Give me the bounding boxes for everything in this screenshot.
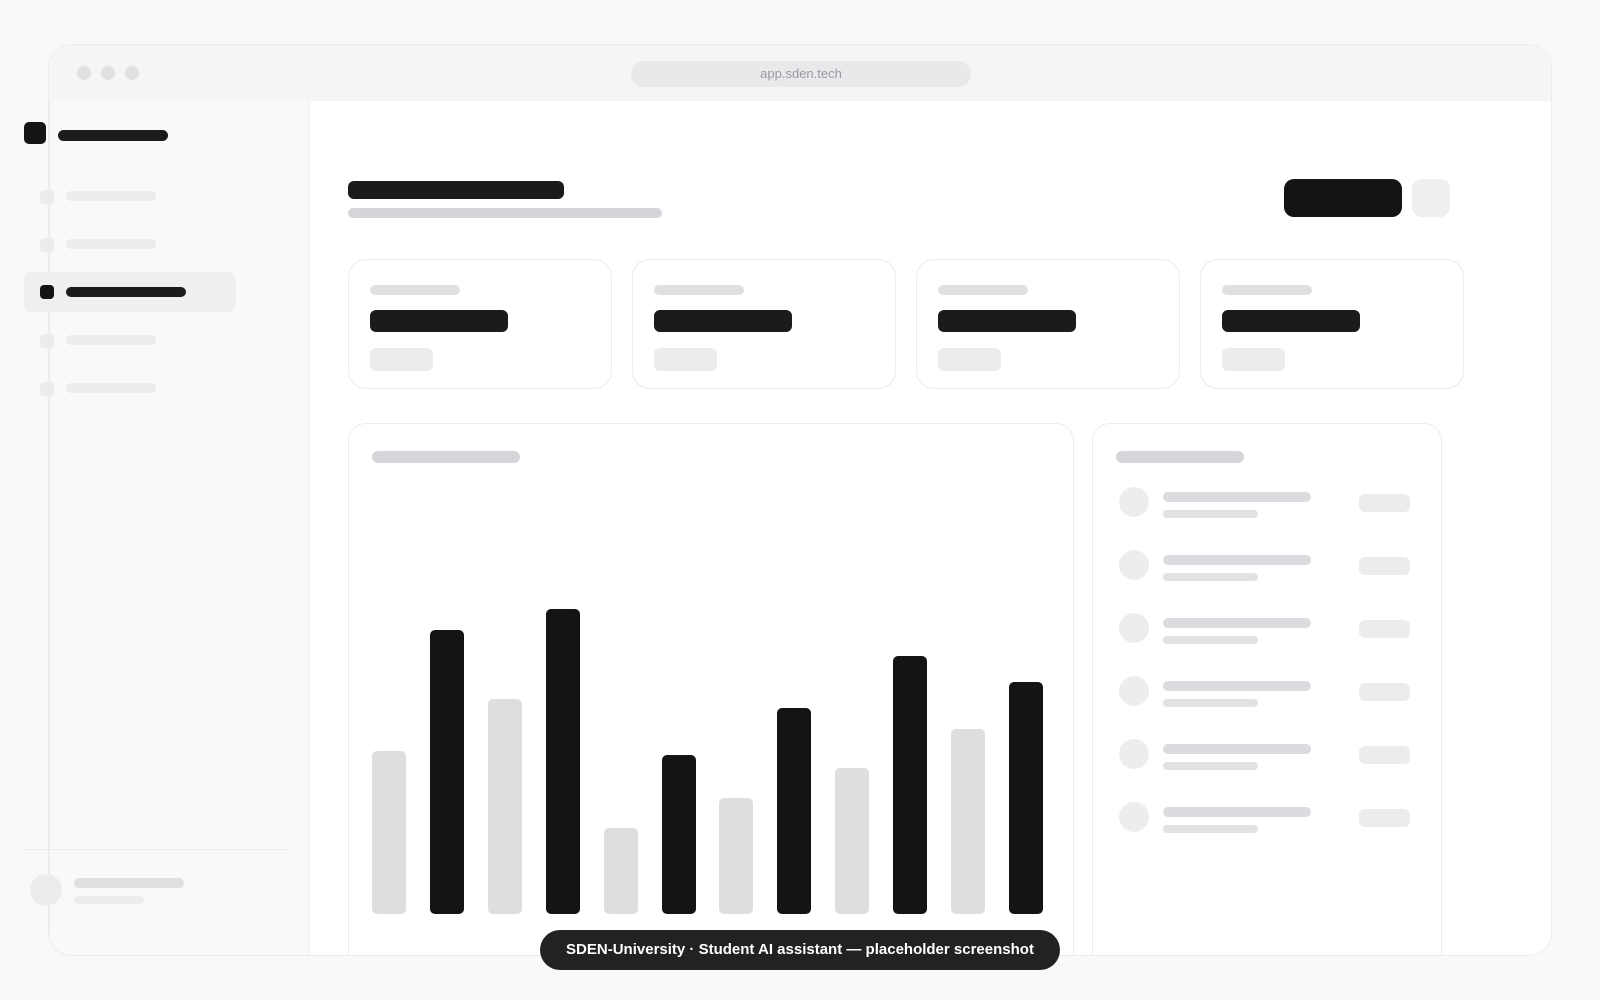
list-item-badge	[1359, 683, 1410, 701]
window-maximize-dot[interactable]	[125, 66, 139, 80]
bar-chart	[372, 484, 1043, 914]
stat-badge	[654, 348, 717, 371]
sidebar-item-icon	[40, 238, 54, 252]
list-item-badge	[1359, 620, 1410, 638]
stat-card[interactable]	[632, 259, 896, 389]
app-window: app.sden.tech	[48, 44, 1552, 956]
caption-banner: SDEN-University · Student AI assistant —…	[540, 930, 1060, 970]
stat-value	[1222, 310, 1360, 332]
main-content	[309, 101, 1551, 955]
list-item-subtitle	[1163, 573, 1258, 581]
sidebar-divider	[24, 849, 286, 850]
sidebar-item-icon	[40, 190, 54, 204]
window-close-dot[interactable]	[77, 66, 91, 80]
avatar	[1119, 676, 1149, 706]
stat-label	[370, 285, 460, 295]
list-item-subtitle	[1163, 699, 1258, 707]
list-item-title	[1163, 744, 1311, 754]
avatar	[1119, 613, 1149, 643]
chart-bar	[545, 608, 580, 914]
list-item-subtitle	[1163, 825, 1258, 833]
sidebar-item-label[interactable]	[66, 191, 156, 201]
avatar	[1119, 802, 1149, 832]
stat-badge	[1222, 348, 1285, 371]
stat-label	[1222, 285, 1312, 295]
list-item-title	[1163, 618, 1311, 628]
sidebar-item-active-label	[66, 287, 186, 297]
app-name-placeholder	[58, 130, 168, 141]
stat-label	[654, 285, 744, 295]
list-item[interactable]	[1093, 799, 1443, 849]
address-bar[interactable]: app.sden.tech	[631, 61, 971, 87]
chart-bar	[951, 729, 985, 914]
chart-card	[348, 423, 1074, 955]
list-item-badge	[1359, 746, 1410, 764]
list-item-badge	[1359, 557, 1410, 575]
list-item-badge	[1359, 494, 1410, 512]
sidebar-item-label[interactable]	[66, 383, 156, 393]
list-title-placeholder	[1116, 451, 1244, 463]
list-item[interactable]	[1093, 610, 1443, 660]
primary-action-button[interactable]	[1284, 179, 1402, 217]
list-item-title	[1163, 681, 1311, 691]
chart-bar	[372, 750, 406, 914]
sidebar-item-label[interactable]	[66, 335, 156, 345]
chart-bar	[487, 699, 522, 914]
chart-bar	[603, 828, 638, 914]
stat-badge	[370, 348, 433, 371]
list-item-title	[1163, 492, 1311, 502]
stat-value	[654, 310, 792, 332]
window-minimize-dot[interactable]	[101, 66, 115, 80]
logo-icon	[24, 122, 46, 144]
stat-label	[938, 285, 1028, 295]
user-role-placeholder	[74, 896, 144, 904]
stat-card[interactable]	[916, 259, 1180, 389]
chart-bar	[719, 797, 754, 914]
chart-bar	[429, 630, 464, 914]
page-subtitle	[348, 208, 662, 218]
list-item[interactable]	[1093, 484, 1443, 534]
stat-card[interactable]	[348, 259, 612, 389]
avatar	[1119, 550, 1149, 580]
chart-bar	[835, 767, 870, 914]
list-item-title	[1163, 555, 1311, 565]
user-avatar[interactable]	[30, 874, 62, 906]
chart-bar	[893, 656, 928, 914]
chart-bar	[1008, 681, 1043, 914]
secondary-action-button[interactable]	[1412, 179, 1450, 217]
stat-value	[370, 310, 508, 332]
activity-list-card	[1092, 423, 1443, 955]
avatar	[1119, 739, 1149, 769]
page-title	[348, 181, 564, 199]
stat-card[interactable]	[1200, 259, 1464, 389]
sidebar-item-label[interactable]	[66, 239, 156, 249]
list-item[interactable]	[1093, 673, 1443, 723]
chart-bar	[777, 707, 812, 914]
list-item[interactable]	[1093, 736, 1443, 786]
stat-badge	[938, 348, 1001, 371]
list-item-subtitle	[1163, 636, 1258, 644]
avatar	[1119, 487, 1149, 517]
browser-titlebar: app.sden.tech	[49, 45, 1551, 101]
list-item-subtitle	[1163, 510, 1258, 518]
sidebar-item-icon	[40, 334, 54, 348]
list-item-subtitle	[1163, 762, 1258, 770]
stat-value	[938, 310, 1076, 332]
user-name-placeholder	[74, 878, 184, 888]
sidebar-item-icon	[40, 382, 54, 396]
list-item[interactable]	[1093, 547, 1443, 597]
list-item-badge	[1359, 809, 1410, 827]
sidebar-item-active-icon	[40, 285, 54, 299]
chart-bar	[661, 754, 696, 914]
list-item-title	[1163, 807, 1311, 817]
chart-title-placeholder	[372, 451, 520, 463]
sidebar	[49, 101, 310, 955]
